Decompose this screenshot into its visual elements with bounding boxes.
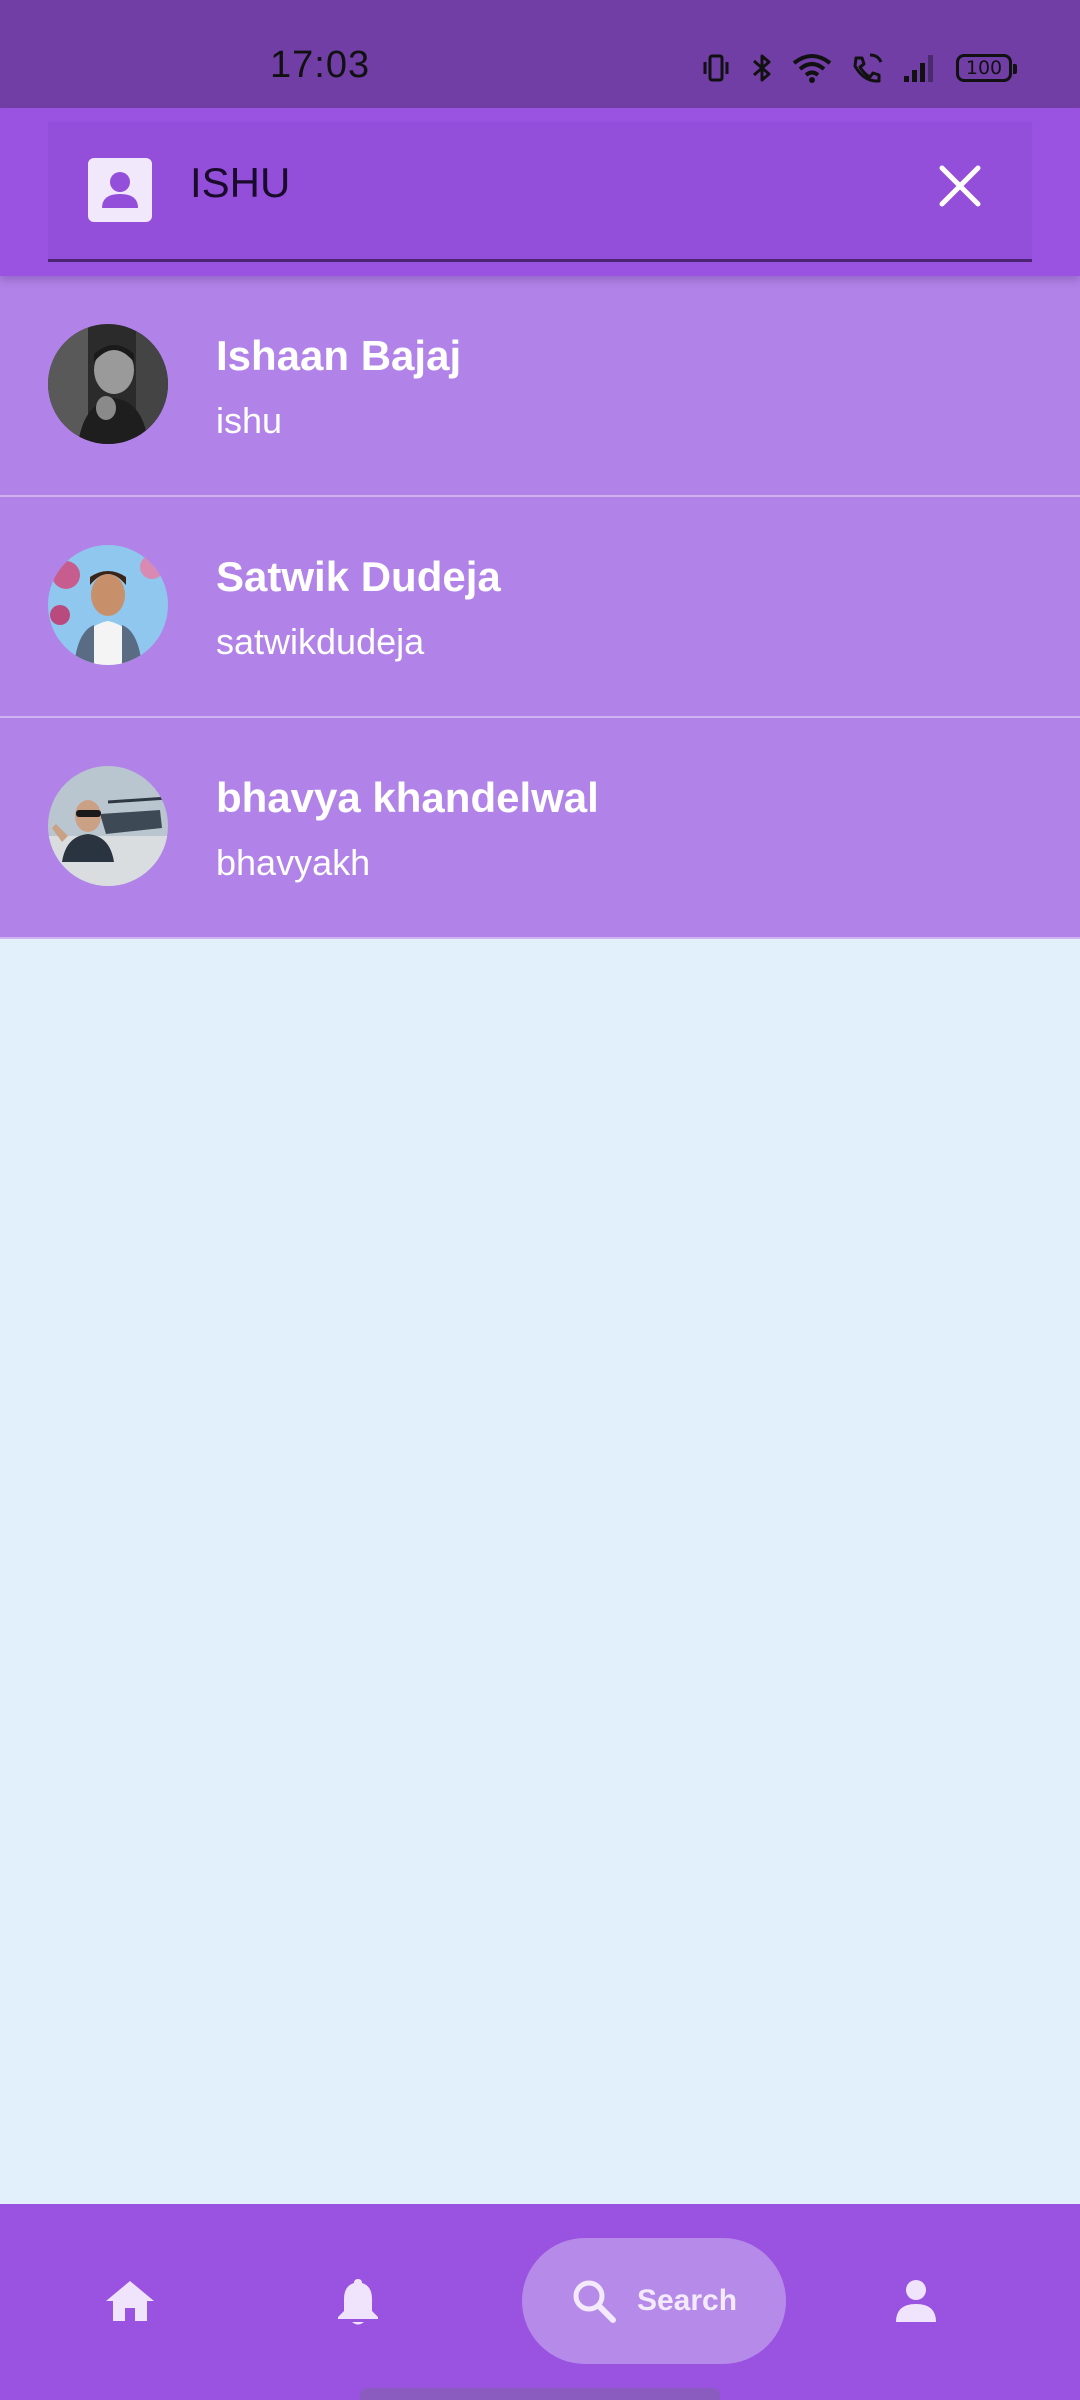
result-name: bhavya khandelwal: [216, 774, 599, 821]
search-box[interactable]: [48, 122, 1032, 262]
bell-icon: [338, 2279, 378, 2325]
result-row[interactable]: Satwik Dudeja satwikdudeja: [0, 497, 1080, 718]
bluetooth-icon: [750, 52, 774, 84]
nav-home[interactable]: [72, 2238, 188, 2364]
signal-icon: [902, 52, 938, 84]
avatar[interactable]: [48, 324, 168, 444]
battery-icon: 100: [956, 54, 1017, 82]
search-input[interactable]: [190, 148, 930, 218]
bottom-navigation: Search: [0, 2204, 1080, 2400]
search-icon: [573, 2280, 616, 2323]
vibrate-icon: [700, 52, 732, 84]
result-name: Ishaan Bajaj: [216, 332, 462, 379]
result-username: ishu: [216, 400, 283, 441]
result-name: Satwik Dudeja: [216, 553, 501, 600]
nav-notifications[interactable]: [300, 2238, 416, 2364]
status-icons: 100: [700, 48, 1017, 88]
contact-icon: [88, 158, 152, 222]
result-row[interactable]: bhavya khandelwal bhavyakh: [0, 718, 1080, 939]
wifi-calling-icon: [850, 52, 884, 84]
nav-search-label: Search: [636, 2284, 738, 2317]
avatar[interactable]: [48, 545, 168, 665]
result-username: bhavyakh: [216, 842, 371, 883]
wifi-icon: [792, 52, 832, 84]
close-icon: [939, 165, 981, 207]
nav-profile[interactable]: [858, 2238, 974, 2364]
home-icon: [106, 2281, 154, 2321]
person-icon: [896, 2280, 936, 2322]
result-username: satwikdudeja: [216, 621, 425, 662]
home-indicator[interactable]: [360, 2388, 720, 2400]
status-time: 17:03: [270, 44, 371, 86]
search-results-list: Ishaan Bajaj ishu Satwik Dudeja satwikdu…: [0, 276, 1080, 939]
result-row[interactable]: Ishaan Bajaj ishu: [0, 276, 1080, 497]
clear-search-button[interactable]: [928, 154, 992, 218]
avatar[interactable]: [48, 766, 168, 886]
nav-search[interactable]: Search: [522, 2238, 786, 2364]
status-bar: 17:03 100: [0, 0, 1080, 108]
app-bar: [0, 108, 1080, 276]
